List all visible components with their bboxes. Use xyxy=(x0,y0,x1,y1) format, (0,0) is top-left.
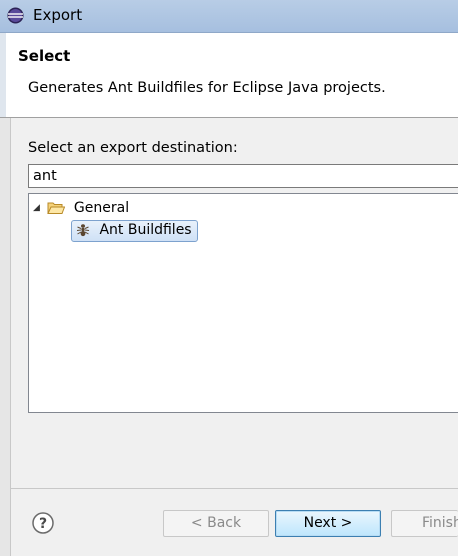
tree-item-label: Ant Buildfiles xyxy=(99,222,192,238)
help-icon[interactable]: ? xyxy=(32,512,54,534)
tree-item-label: General xyxy=(73,200,130,216)
ant-icon xyxy=(76,224,90,237)
eclipse-icon xyxy=(7,7,24,24)
window-title: Export xyxy=(33,6,83,24)
next-button[interactable]: Next > xyxy=(275,510,381,537)
destination-tree[interactable]: ◢ General Ant Buildfiles xyxy=(28,193,458,413)
folder-open-icon xyxy=(47,202,66,214)
expand-arrow-icon[interactable]: ◢ xyxy=(33,198,43,218)
tree-item-ant-buildfiles[interactable]: Ant Buildfiles xyxy=(71,220,198,242)
left-edge xyxy=(0,118,11,556)
back-button[interactable]: < Back xyxy=(163,510,269,537)
wizard-header: Select Generates Ant Buildfiles for Ecli… xyxy=(0,33,458,117)
footer-divider xyxy=(10,488,458,489)
finish-button[interactable]: Finish xyxy=(391,510,458,537)
svg-text:?: ? xyxy=(39,516,47,532)
title-bar[interactable]: Export xyxy=(0,0,458,33)
tree-item-general[interactable]: ◢ General xyxy=(33,198,129,218)
selected-item[interactable]: Ant Buildfiles xyxy=(71,220,198,242)
page-title: Select xyxy=(18,47,71,65)
header-divider xyxy=(0,117,458,118)
page-description: Generates Ant Buildfiles for Eclipse Jav… xyxy=(28,80,386,96)
destination-label: Select an export destination: xyxy=(28,140,238,156)
filter-input[interactable] xyxy=(28,164,458,188)
